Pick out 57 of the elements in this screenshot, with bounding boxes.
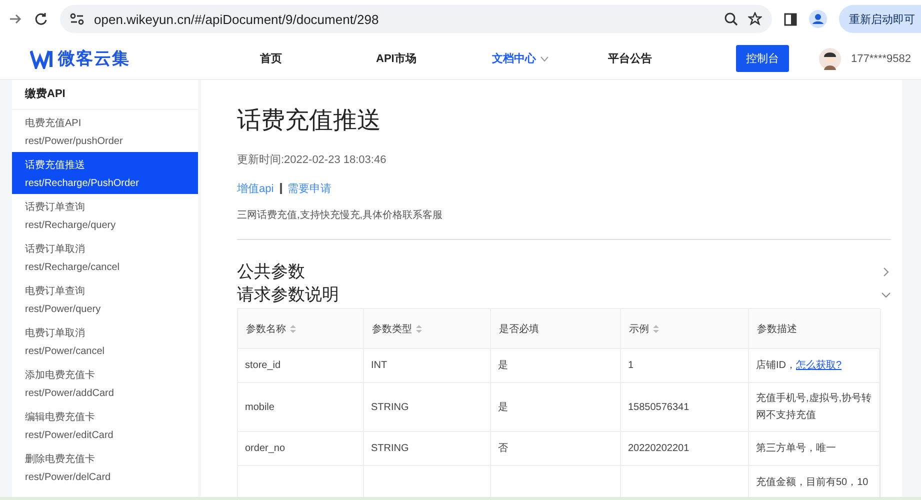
table-cell: 是 (498, 402, 508, 412)
logo-icon (30, 48, 54, 68)
forward-arrow-icon[interactable] (8, 12, 22, 26)
section-title[interactable]: 公共参数 (237, 260, 305, 283)
sidebar-item[interactable]: 话费订单取消 rest/Recharge/cancel (12, 236, 198, 278)
nav-link[interactable]: 首页 (260, 51, 376, 66)
table-cell: 充值手机号,虚拟号,协号转网不支持充值 (756, 393, 872, 421)
help-link[interactable]: 怎么获取? (796, 360, 842, 371)
api-description: 三网话费充值,支持快充慢充,具体价格联系客服 (237, 208, 891, 240)
table-cell: STRING (371, 402, 409, 412)
table-cell: 是 (498, 360, 508, 371)
table-cell: order_no (245, 443, 286, 454)
column-header: 参数类型 (372, 322, 412, 336)
sidebar-item[interactable]: 编辑电费充值卡 rest/Power/editCard (12, 404, 198, 446)
table-cell: 充值金额，目前有50，10 (756, 477, 868, 488)
site-settings-icon[interactable] (70, 13, 84, 25)
table-cell: 1 (628, 360, 634, 371)
relaunch-button[interactable]: 重新启动即可 (839, 5, 921, 33)
sidebar-item[interactable]: 添加电费充值卡 rest/Power/addCard (12, 362, 198, 404)
sidebar-title: 缴费API (12, 80, 198, 110)
profile-icon[interactable] (809, 10, 827, 28)
avatar-icon[interactable] (819, 48, 842, 70)
nav-link[interactable]: API市场 (376, 51, 492, 66)
column-header: 是否必填 (499, 322, 539, 336)
table-cell: 第三方单号，唯一 (756, 443, 836, 454)
sidebar-item[interactable]: 话费充值推送 rest/Recharge/PushOrder (12, 152, 198, 194)
sidebar-item[interactable]: 电费订单查询 rest/Power/query (12, 278, 198, 320)
side-panel-icon[interactable] (784, 12, 797, 26)
table-cell: 15850576341 (628, 402, 690, 412)
chevron-down-icon[interactable] (881, 290, 891, 300)
user-phone[interactable]: 177****9582 (851, 52, 911, 64)
page-title: 话费充值推送 (237, 106, 382, 136)
sidebar-item[interactable]: 删除电费充值卡 rest/Power/delCard (12, 446, 198, 488)
column-header: 参数描述 (757, 322, 797, 336)
star-icon[interactable] (748, 12, 762, 26)
table-cell: 20220202201 (628, 443, 690, 454)
column-header: 示例 (629, 322, 649, 336)
sidebar-item[interactable]: 电费充值API rest/Power/pushOrder (12, 110, 198, 152)
table-cell: 店铺ID， (756, 360, 796, 371)
chevron-down-icon (540, 56, 549, 62)
table-cell: STRING (371, 443, 409, 454)
nav-link[interactable]: 平台公告 (608, 51, 724, 66)
section-title[interactable]: 请求参数说明 (237, 283, 339, 306)
reload-icon[interactable] (34, 12, 48, 26)
table-cell: store_id (245, 360, 281, 371)
table-cell: mobile (245, 402, 274, 412)
nav-link[interactable]: 文档中心 (492, 51, 608, 66)
sidebar-item[interactable]: 话费订单查询 rest/Recharge/query (12, 194, 198, 236)
update-time: 更新时间:2022-02-23 18:03:46 (237, 152, 388, 167)
logo-text: 微客云集 (58, 48, 130, 70)
sidebar-item[interactable]: 电费订单取消 rest/Power/cancel (12, 320, 198, 362)
table-cell: 否 (498, 443, 508, 454)
console-button[interactable]: 控制台 (736, 45, 790, 72)
zoom-icon[interactable] (724, 12, 738, 26)
chevron-right-icon[interactable] (881, 266, 891, 276)
table-cell: INT (371, 360, 388, 371)
column-header: 参数名称 (246, 322, 286, 336)
